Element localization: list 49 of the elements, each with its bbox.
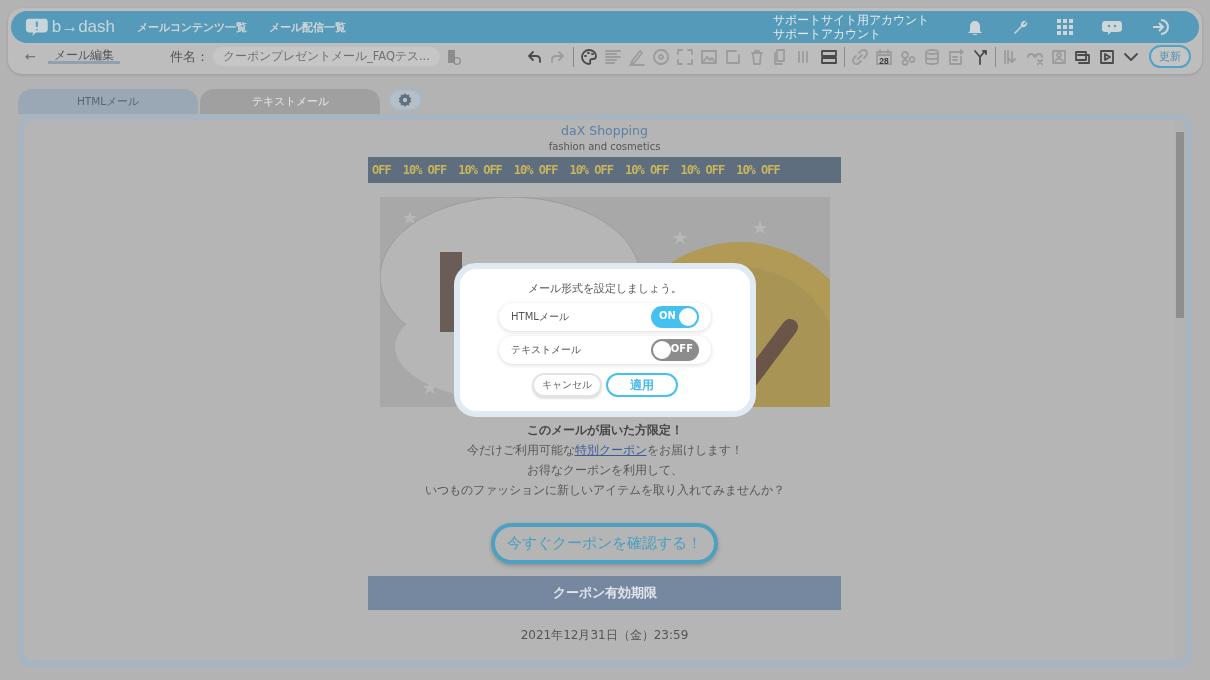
page-title: メール編集 (47, 49, 120, 64)
expiry-date: 2021年12月31日（金）23:59 (519, 627, 690, 644)
cancel-button[interactable]: キャンセル (532, 373, 602, 397)
branch-icon[interactable] (971, 47, 989, 66)
bell-icon[interactable] (967, 18, 983, 36)
discount-text: 10% OFF (458, 163, 502, 177)
tagline: fashion and cosmetics (547, 141, 662, 152)
logout-icon[interactable] (1151, 18, 1171, 36)
scrollbar[interactable] (1174, 120, 1186, 660)
brand-name: daX Shopping (560, 123, 649, 138)
toggle-switch[interactable]: ON (651, 306, 699, 328)
gear-icon (398, 93, 412, 107)
coupon-cta-button[interactable]: 今すぐクーポンを確認する！ (491, 523, 718, 564)
discount-text: 10% OFF (513, 163, 558, 177)
option-label: HTMLメール (511, 310, 569, 324)
rows-icon[interactable] (820, 47, 838, 66)
dialog-message: メール形式を設定しましょう。 (528, 281, 682, 296)
chat-face-icon[interactable] (1101, 18, 1123, 36)
discount-text: OFF (372, 163, 391, 177)
account-name: サポートアカウント (773, 27, 882, 41)
body-text: いつものファッションに新しいアイテムを取り入れてみませんか？ (423, 483, 786, 498)
option-label: テキストメール (511, 343, 581, 357)
update-button[interactable]: 更新 (1149, 45, 1191, 68)
discount-text: 10% OFF (736, 163, 780, 177)
document-clock-icon[interactable] (445, 48, 462, 65)
body-text: お得なクーポンを利用して、 (525, 463, 684, 478)
play-icon[interactable] (1098, 47, 1116, 66)
account-name: サポートサイト用アカウント (773, 13, 929, 27)
body-text: 今だけご利用可能な特別クーポンをお届けします！ (465, 443, 744, 458)
discount-text: 10% OFF (680, 163, 725, 177)
discount-text: 10% OFF (402, 163, 447, 177)
settings-button[interactable] (388, 89, 422, 111)
palette-icon[interactable] (580, 47, 598, 66)
lead-text: このメールが届いた方限定！ (525, 423, 684, 438)
speech-bubble-icon (25, 16, 49, 38)
discount-text: 10% OFF (625, 163, 669, 177)
subject-field[interactable]: クーポンプレゼントメール_FAQテス... (212, 47, 440, 66)
toggle-switch[interactable]: OFF (651, 339, 699, 361)
nav-link[interactable]: メール配信一覧 (269, 19, 346, 35)
grid-icon[interactable] (1057, 19, 1073, 35)
subject-label: 件名： (169, 47, 209, 66)
nav-link[interactable]: メールコンテンツ一覧 (137, 19, 247, 35)
apply-button[interactable]: 適用 (606, 373, 678, 397)
coupon-link[interactable]: 特別クーポン (574, 443, 647, 457)
section-title-bar: クーポン有効期限 (368, 576, 841, 610)
tab[interactable]: テキストメール (200, 89, 380, 114)
back-arrow[interactable]: ← (25, 49, 36, 64)
discount-text: 10% OFF (569, 163, 613, 177)
logo[interactable]: b→dash (25, 16, 115, 38)
